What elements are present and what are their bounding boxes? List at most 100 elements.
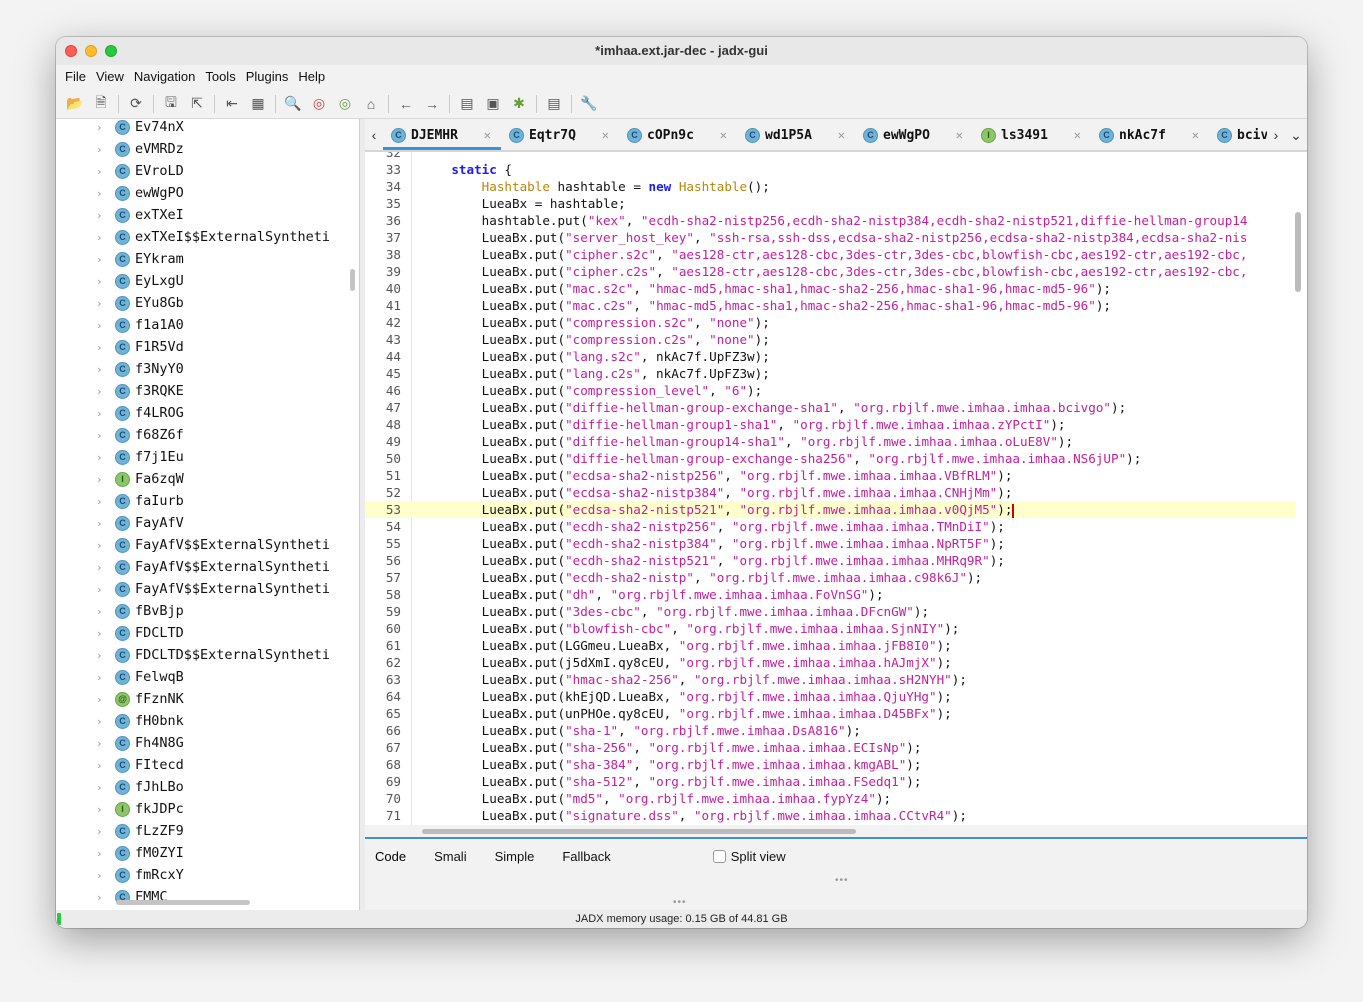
tree-item[interactable]: › C EYu8Gb <box>56 292 359 314</box>
resize-handle[interactable]: ••• <box>835 875 849 886</box>
debug-icon[interactable]: ✱ <box>509 94 529 114</box>
close-tab-icon[interactable]: ✕ <box>720 128 727 142</box>
tree-item[interactable]: › C FDCLTD$$ExternalSyntheti <box>56 644 359 666</box>
chevron-right-icon[interactable]: › <box>96 781 112 794</box>
maximize-window-button[interactable] <box>105 45 117 57</box>
code-horizontal-scrollbar[interactable] <box>422 829 856 834</box>
sync-icon[interactable]: ⟳ <box>126 94 146 114</box>
view-tab-smali[interactable]: Smali <box>424 849 477 864</box>
chevron-right-icon[interactable]: › <box>96 605 112 618</box>
settings-icon[interactable]: 🔧 <box>579 94 599 114</box>
save-icon[interactable]: 🖫 <box>161 94 181 114</box>
tab-copn9c[interactable]: CcOPn9c ✕ <box>619 120 737 150</box>
chevron-right-icon[interactable]: › <box>96 275 112 288</box>
forward-icon[interactable]: → <box>422 94 442 114</box>
search-icon[interactable]: 🔍 <box>283 94 303 114</box>
tree-item[interactable]: › C FayAfV$$ExternalSyntheti <box>56 578 359 600</box>
chevron-right-icon[interactable]: › <box>96 869 112 882</box>
tree-item[interactable]: › C FItecd <box>56 754 359 776</box>
close-tab-icon[interactable]: ✕ <box>602 128 609 142</box>
add-files-icon[interactable]: 🗎 <box>91 94 111 114</box>
chevron-right-icon[interactable]: › <box>96 231 112 244</box>
find-usage-icon[interactable]: ◎ <box>309 94 329 114</box>
tree-item[interactable]: › CewWgPO <box>56 182 359 204</box>
package-icon[interactable]: ▦ <box>248 94 268 114</box>
tree-item[interactable]: › Cf7j1Eu <box>56 446 359 468</box>
chevron-right-icon[interactable]: › <box>96 671 112 684</box>
chevron-right-icon[interactable]: › <box>96 319 112 332</box>
chevron-right-icon[interactable]: › <box>96 561 112 574</box>
code-editor[interactable]: 32 33 static {34 Hashtable hashtable = ne… <box>365 151 1307 825</box>
tree-item[interactable]: › C FayAfV$$ExternalSyntheti <box>56 534 359 556</box>
chevron-right-icon[interactable]: › <box>96 253 112 266</box>
chevron-right-icon[interactable]: › <box>96 891 112 904</box>
close-tab-icon[interactable]: ✕ <box>838 128 845 142</box>
chevron-right-icon[interactable]: › <box>96 187 112 200</box>
tree-item[interactable]: › Cf1a1A0 <box>56 314 359 336</box>
menu-view[interactable]: View <box>91 65 129 89</box>
menu-help[interactable]: Help <box>293 65 330 89</box>
tree-item[interactable]: › CfM0ZYI <box>56 842 359 864</box>
log-icon[interactable]: ▤ <box>544 94 564 114</box>
tab-ewwgpo[interactable]: CewWgPO ✕ <box>855 120 973 150</box>
chevron-right-icon[interactable]: › <box>96 583 112 596</box>
view-tab-code[interactable]: Code <box>365 849 416 864</box>
close-window-button[interactable] <box>65 45 77 57</box>
chevron-right-icon[interactable]: › <box>96 649 112 662</box>
quark-icon[interactable]: ▣ <box>483 94 503 114</box>
tree-item[interactable]: › CfJhLBo <box>56 776 359 798</box>
menu-navigation[interactable]: Navigation <box>129 65 200 89</box>
chevron-right-icon[interactable]: › <box>96 715 112 728</box>
tree-horizontal-scrollbar[interactable] <box>116 900 250 905</box>
chevron-right-icon[interactable]: › <box>96 385 112 398</box>
tree-item[interactable]: › CeVMRDz <box>56 138 359 160</box>
chevron-right-icon[interactable]: › <box>96 759 112 772</box>
chevron-right-icon[interactable]: › <box>96 451 112 464</box>
tree-vertical-scrollbar[interactable] <box>350 269 355 291</box>
tab-ls3491[interactable]: Ils3491 ✕ <box>973 120 1091 150</box>
tree-item[interactable]: › C Fh4N8G <box>56 732 359 754</box>
tree-item[interactable]: › C EVroLD <box>56 160 359 182</box>
tab-djemhr[interactable]: C DJEMHR ✕ <box>383 120 501 150</box>
tree-item[interactable]: › @ fFznNK <box>56 688 359 710</box>
flatten-icon[interactable]: ⇤ <box>222 94 242 114</box>
menu-plugins[interactable]: Plugins <box>241 65 294 89</box>
chevron-right-icon[interactable]: › <box>96 209 112 222</box>
chevron-right-icon[interactable]: › <box>96 627 112 640</box>
split-view-checkbox[interactable] <box>712 849 726 863</box>
view-tab-fallback[interactable]: Fallback <box>552 849 620 864</box>
chevron-right-icon[interactable]: › <box>96 363 112 376</box>
code-vertical-scrollbar[interactable] <box>1295 212 1301 292</box>
minimize-window-button[interactable] <box>85 45 97 57</box>
menu-file[interactable]: File <box>60 65 91 89</box>
tab-wd1p5a[interactable]: Cwd1P5A ✕ <box>737 120 855 150</box>
chevron-right-icon[interactable]: › <box>96 297 112 310</box>
tree-item[interactable]: › Cf3RQKE <box>56 380 359 402</box>
tree-item[interactable]: › CexTXeI <box>56 204 359 226</box>
tree-item[interactable]: › CfLzZF9 <box>56 820 359 842</box>
tree-item[interactable]: › CfmRcxY <box>56 864 359 886</box>
chevron-right-icon[interactable]: › <box>96 825 112 838</box>
home-icon[interactable]: ⌂ <box>361 94 381 114</box>
tab-eqtr7q[interactable]: C Eqtr7Q ✕ <box>501 120 619 150</box>
tab-scroll-right-icon[interactable]: › <box>1267 120 1285 150</box>
chevron-right-icon[interactable]: › <box>96 429 112 442</box>
close-tab-icon[interactable]: ✕ <box>1074 128 1081 142</box>
chevron-right-icon[interactable]: › <box>96 847 112 860</box>
back-icon[interactable]: ← <box>396 94 416 114</box>
tree-item[interactable]: › Cf4LROG <box>56 402 359 424</box>
tree-item[interactable]: › C EyLxgU <box>56 270 359 292</box>
tree-item[interactable]: › C FayAfV$$ExternalSyntheti <box>56 556 359 578</box>
view-tab-simple[interactable]: Simple <box>485 849 545 864</box>
close-tab-icon[interactable]: ✕ <box>484 128 491 142</box>
chevron-right-icon[interactable]: › <box>96 737 112 750</box>
chevron-right-icon[interactable]: › <box>96 803 112 816</box>
close-tab-icon[interactable]: ✕ <box>1192 128 1199 142</box>
chevron-right-icon[interactable]: › <box>96 473 112 486</box>
tree-item[interactable]: › I Fa6zqW <box>56 468 359 490</box>
open-icon[interactable]: 📂 <box>65 94 85 114</box>
tree-item[interactable]: › CfH0bnk <box>56 710 359 732</box>
close-tab-icon[interactable]: ✕ <box>956 128 963 142</box>
tab-nkac7f[interactable]: CnkAc7f ✕ <box>1091 120 1209 150</box>
tree-item[interactable]: › IfkJDPc <box>56 798 359 820</box>
